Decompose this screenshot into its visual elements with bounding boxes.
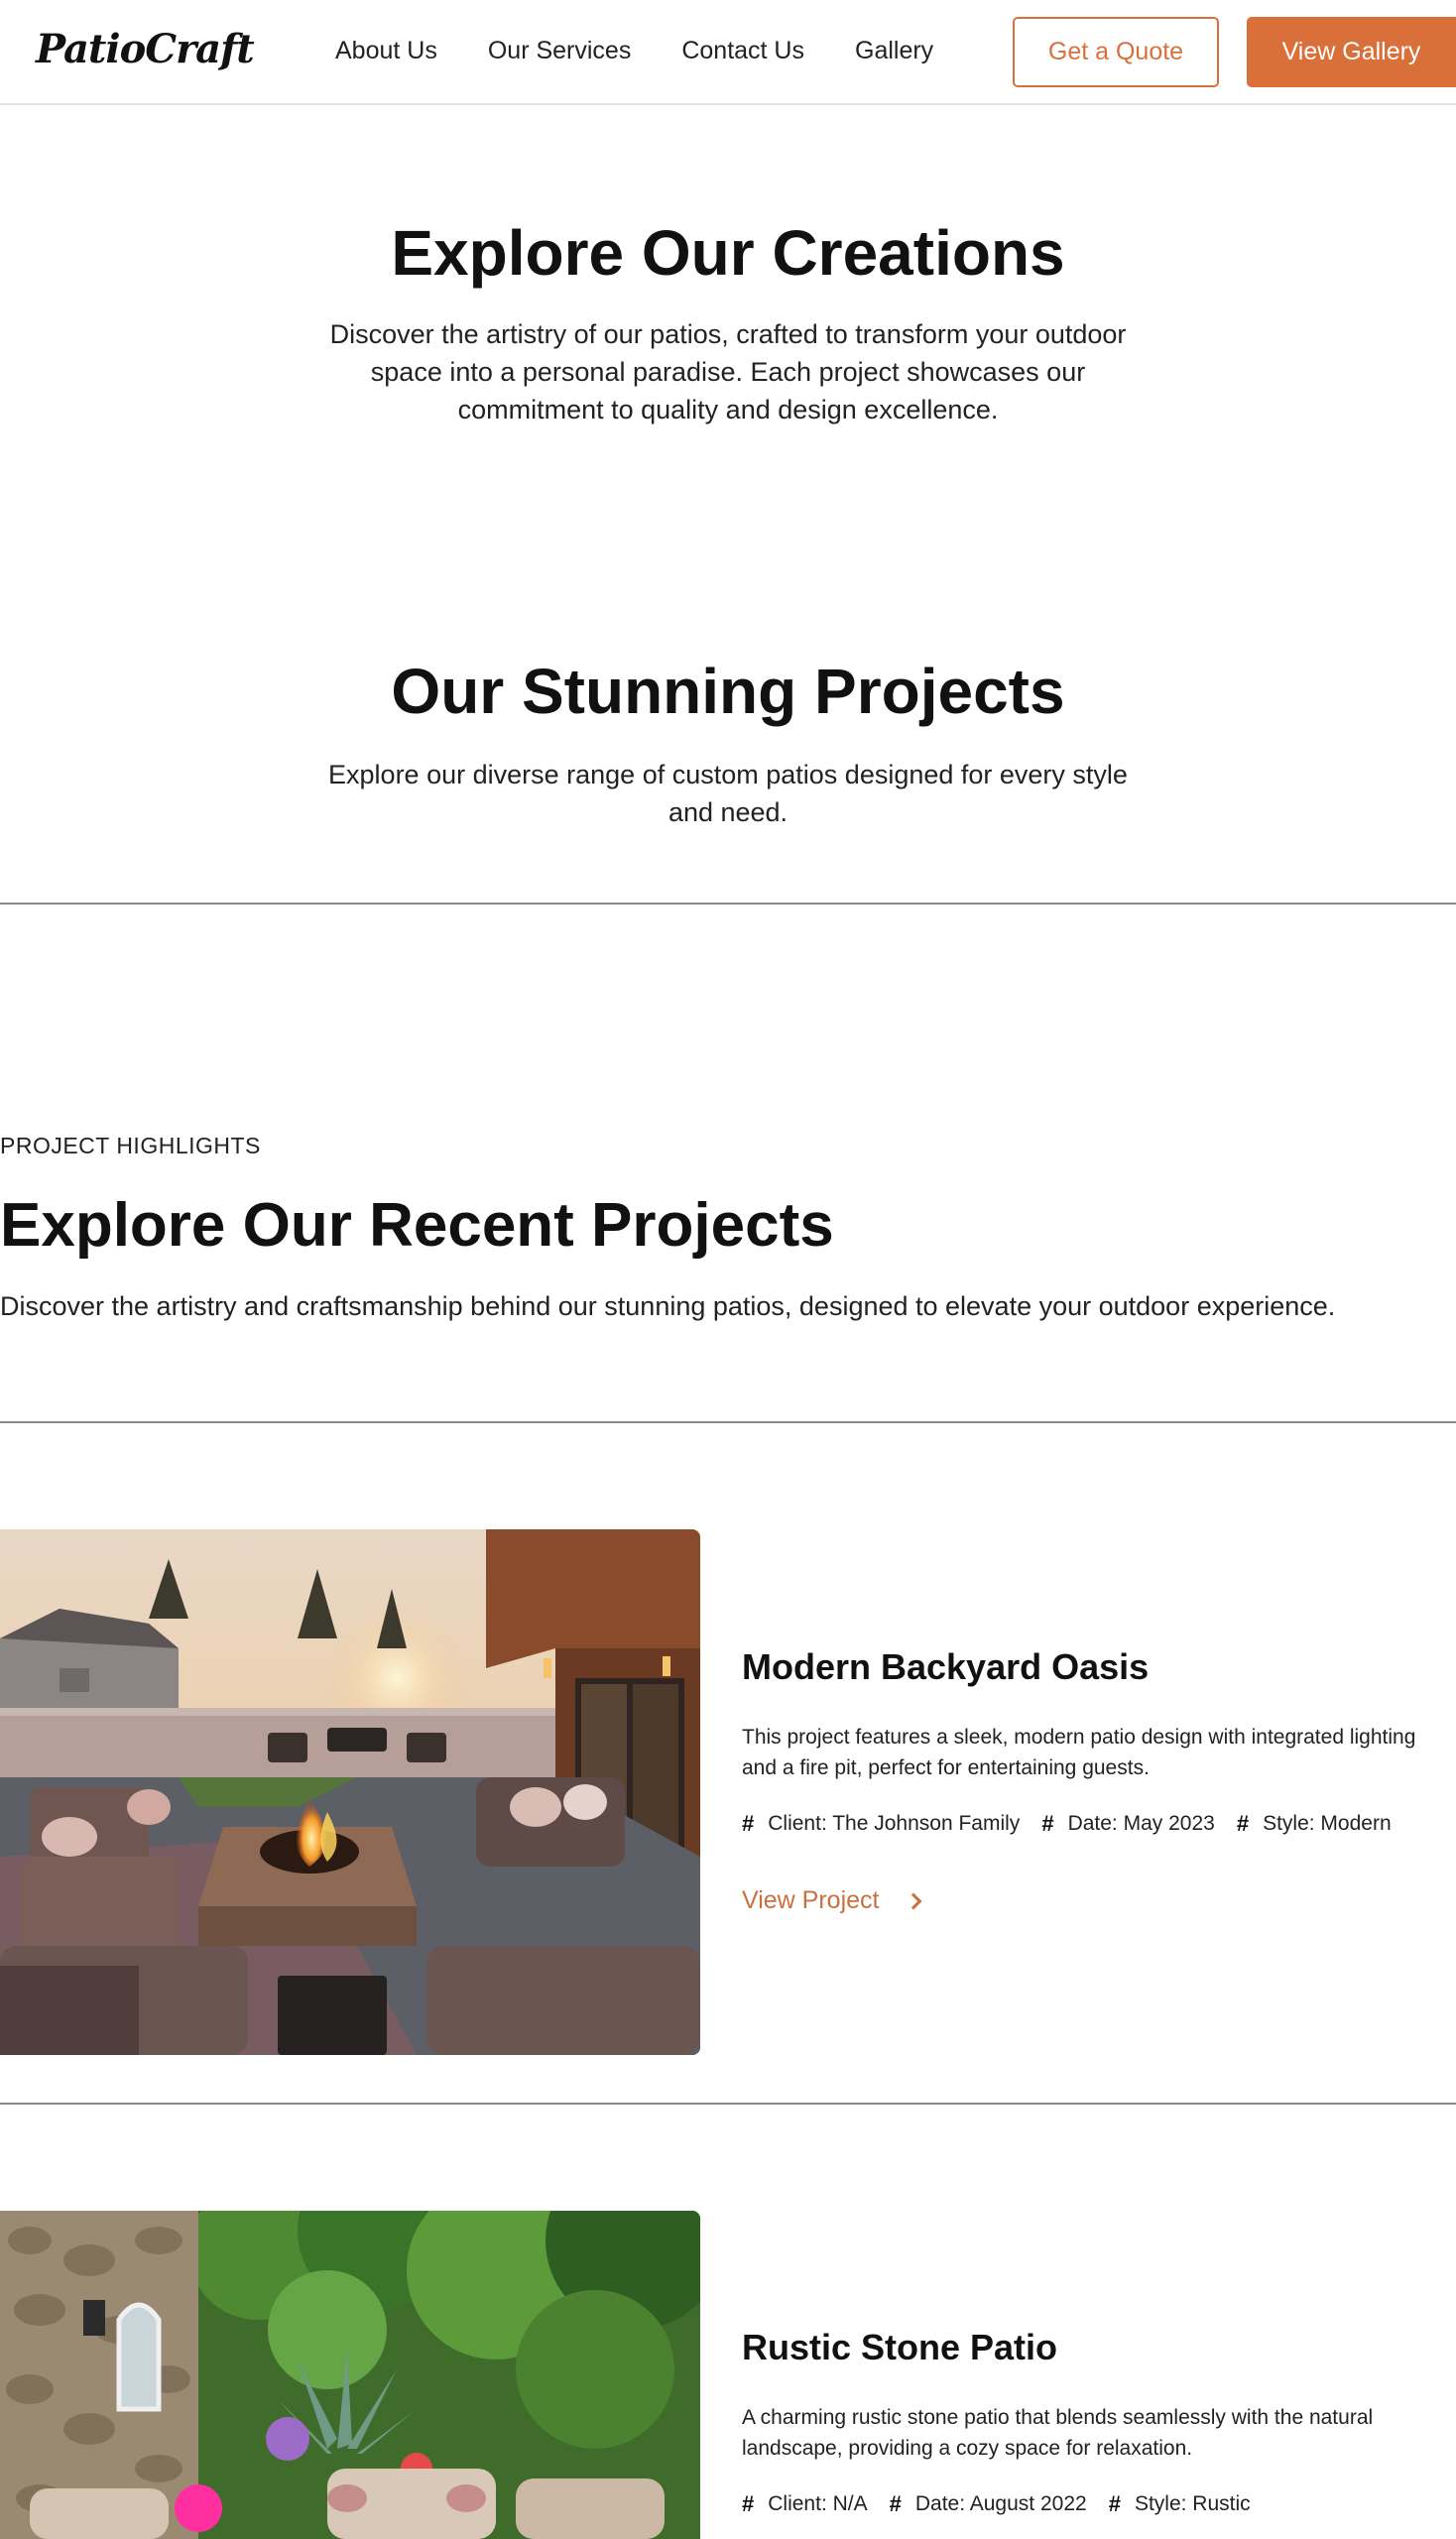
hash-icon: # [889,2491,902,2516]
hash-icon: # [1236,1811,1250,1836]
meta-client-text: Client: The Johnson Family [768,1812,1021,1835]
meta-date-text: Date: May 2023 [1067,1812,1215,1835]
project-title: Rustic Stone Patio [742,2327,1058,2367]
meta-style-text: Style: Rustic [1134,2492,1251,2515]
section-divider [0,903,1456,905]
recent-projects-text: Discover the artistry and craftsmanship … [0,1291,1336,1321]
section-divider [0,1421,1456,1423]
project-description: A charming rustic stone patio that blend… [742,2406,1374,2460]
projects-section-text: Explore our diverse range of custom pati… [328,760,1128,827]
project-meta-style: # Style: Rustic [1109,2491,1251,2517]
site-header: PatioCraft About Us Our Services Contact… [0,0,1456,105]
hero-text: Discover the artistry of our patios, cra… [329,319,1127,424]
project-meta-date: # Date: May 2023 [1041,1811,1215,1837]
meta-date-text: Date: August 2022 [914,2492,1087,2515]
hash-icon: # [742,1811,755,1836]
projects-section-title: Our Stunning Projects [391,656,1065,727]
project-image-rustic-stone[interactable] [0,2211,700,2539]
view-gallery-button[interactable]: View Gallery [1247,17,1456,87]
patio-fire-pit-photo [0,1529,700,2055]
hash-icon: # [1041,1811,1054,1836]
hash-icon: # [742,2491,755,2516]
nav-about-us[interactable]: About Us [335,36,437,65]
nav-contact-us[interactable]: Contact Us [681,36,804,65]
chevron-right-icon [905,1892,921,1909]
meta-client-text: Client: N/A [768,2492,868,2515]
section-divider [0,2103,1456,2105]
project-meta: # Client: The Johnson Family # Date: May… [742,1811,1413,1837]
view-project-link[interactable]: View Project [742,1886,921,1915]
meta-style-text: Style: Modern [1263,1812,1392,1835]
view-project-label: View Project [742,1886,880,1914]
project-meta-client: # Client: N/A [742,2491,868,2517]
nav-our-services[interactable]: Our Services [488,36,631,65]
project-meta-client: # Client: The Johnson Family [742,1811,1020,1837]
nav-gallery[interactable]: Gallery [855,36,933,65]
hero-title: Explore Our Creations [391,217,1065,289]
recent-projects-title: Explore Our Recent Projects [0,1191,834,1260]
rustic-stone-patio-photo [0,2211,700,2539]
main-nav: About Us Our Services Contact Us Gallery [335,36,984,65]
project-meta: # Client: N/A # Date: August 2022 # Styl… [742,2491,1273,2517]
project-highlights-eyebrow: PROJECT HIGHLIGHTS [0,1133,261,1158]
hash-icon: # [1108,2491,1121,2516]
project-image-modern-backyard[interactable] [0,1529,700,2055]
project-meta-style: # Style: Modern [1237,1811,1392,1837]
get-a-quote-button[interactable]: Get a Quote [1013,17,1219,87]
project-title: Modern Backyard Oasis [742,1646,1150,1687]
logo[interactable]: PatioCraft [36,26,255,72]
project-description: This project features a sleek, modern pa… [742,1726,1416,1779]
project-meta-date: # Date: August 2022 [890,2491,1087,2517]
